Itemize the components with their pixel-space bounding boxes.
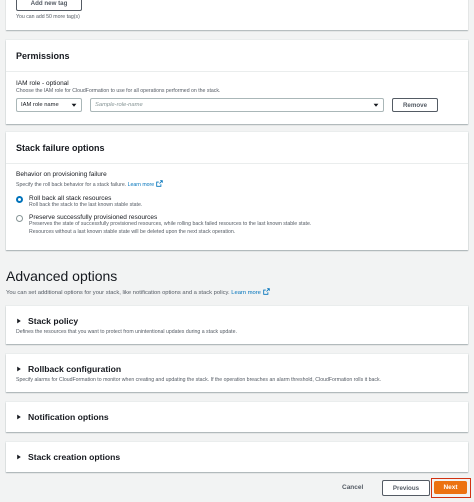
- chevron-down-icon: [71, 103, 77, 107]
- behavior-label: Behavior on provisioning failure: [16, 171, 107, 178]
- tags-panel-fragment: Add new tag You can add 50 more tag(s): [6, 0, 468, 30]
- stack-creation-options-title: Stack creation options: [28, 452, 121, 462]
- next-button-highlight: Next: [431, 478, 471, 498]
- external-link-icon: [156, 180, 163, 187]
- preserve-resources-radio[interactable]: [16, 215, 23, 222]
- caret-right-icon: [17, 318, 21, 324]
- stack-failure-panel: Stack failure options Behavior on provis…: [6, 132, 468, 250]
- rollback-config-section[interactable]: Rollback configuration Specify alarms fo…: [6, 354, 468, 392]
- rollback-all-desc: Roll back the stack to the last known st…: [29, 201, 143, 208]
- caret-right-icon: [17, 454, 21, 460]
- rollback-config-title: Rollback configuration: [28, 364, 122, 374]
- remove-role-button[interactable]: Remove: [392, 98, 438, 112]
- failure-learn-more-link[interactable]: Learn more: [128, 182, 155, 188]
- stack-policy-section[interactable]: Stack policy Defines the resources that …: [6, 306, 468, 344]
- preserve-resources-desc-1: Preserves the state of successfully prov…: [29, 221, 312, 227]
- rollback-all-option[interactable]: Roll back all stack resources Roll back …: [16, 195, 458, 210]
- preserve-resources-label: Preserve successfully provisioned resour…: [29, 214, 158, 221]
- advanced-options-title: Advanced options: [6, 268, 118, 284]
- tags-remaining-hint: You can add 50 more tag(s): [16, 14, 80, 20]
- iam-role-type-select[interactable]: IAM role name: [16, 98, 82, 112]
- iam-role-name-select[interactable]: Sample-role-name: [90, 98, 384, 112]
- advanced-learn-more-link[interactable]: Learn more: [231, 290, 261, 296]
- preserve-resources-desc-2: Resources without a last known stable st…: [29, 228, 236, 235]
- rollback-config-desc: Specify alarms for CloudFormation to mon…: [16, 377, 382, 383]
- iam-role-name-placeholder: Sample-role-name: [95, 102, 143, 108]
- notification-options-section[interactable]: Notification options: [6, 402, 468, 432]
- stack-creation-options-section[interactable]: Stack creation options: [6, 442, 468, 472]
- chevron-down-icon: [373, 103, 379, 107]
- caret-right-icon: [17, 366, 21, 372]
- advanced-desc-text: You can set additional options for your …: [6, 290, 230, 296]
- external-link-icon: [263, 288, 270, 295]
- rollback-all-label: Roll back all stack resources: [29, 194, 112, 202]
- cancel-button[interactable]: Cancel: [342, 484, 363, 491]
- stack-policy-title: Stack policy: [28, 316, 79, 326]
- behavior-description-text: Specify the roll back behavior for a sta…: [16, 182, 127, 188]
- advanced-options-description: You can set additional options for your …: [6, 288, 270, 298]
- iam-role-label: IAM role - optional: [16, 80, 69, 87]
- next-button[interactable]: Next: [434, 481, 467, 494]
- permissions-title: Permissions: [6, 40, 468, 72]
- stack-policy-desc: Defines the resources that you want to p…: [16, 329, 237, 335]
- behavior-description: Specify the roll back behavior for a sta…: [16, 180, 458, 190]
- preserve-resources-option[interactable]: Preserve successfully provisioned resour…: [16, 214, 458, 236]
- iam-role-type-value: IAM role name: [21, 102, 59, 108]
- iam-role-description: Choose the IAM role for CloudFormation t…: [16, 88, 221, 94]
- caret-right-icon: [17, 414, 21, 420]
- rollback-all-radio[interactable]: [16, 195, 23, 203]
- permissions-panel: Permissions IAM role - optional Choose t…: [6, 40, 468, 124]
- add-new-tag-button[interactable]: Add new tag: [16, 0, 82, 11]
- notification-options-title: Notification options: [28, 412, 109, 422]
- previous-button[interactable]: Previous: [382, 480, 430, 496]
- stack-failure-title: Stack failure options: [6, 132, 468, 164]
